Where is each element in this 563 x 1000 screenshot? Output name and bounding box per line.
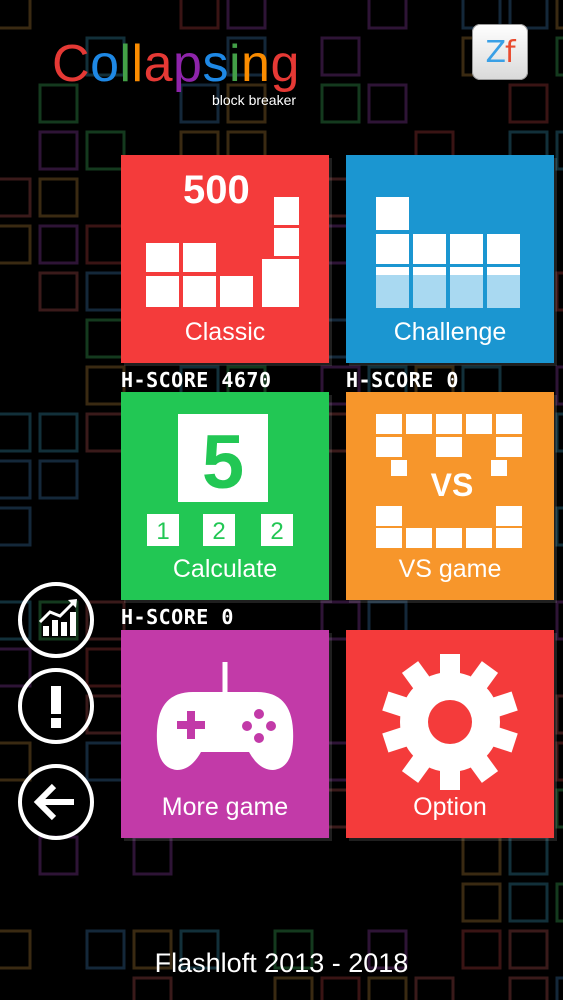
background-block (38, 835, 79, 876)
background-block (320, 83, 361, 124)
background-block (273, 976, 314, 1000)
background-block (85, 647, 126, 688)
background-block (85, 412, 126, 453)
challenge-label: Challenge (393, 318, 507, 346)
background-block (508, 976, 549, 1000)
footer-copyright: Flashloft 2013 - 2018 (154, 948, 409, 978)
calculate-high-score: H-SCORE 0 (121, 605, 234, 629)
background-block (38, 224, 79, 265)
back-button[interactable] (18, 764, 94, 840)
background-block (0, 459, 32, 500)
background-block (38, 177, 79, 218)
exclamation-icon (51, 686, 61, 728)
background-block (85, 365, 126, 406)
logo-title: Collapsing (52, 38, 300, 90)
logo-letter: n (241, 35, 271, 93)
background-block (414, 976, 455, 1000)
background-block (555, 271, 563, 312)
logo-letter: g (270, 35, 300, 93)
background-block (179, 0, 220, 30)
zf-letter-f: f (505, 34, 516, 70)
calculate-mode-tile[interactable]: 5 1 2 2 Calculate (121, 392, 329, 600)
info-button[interactable] (18, 668, 94, 744)
background-block (555, 600, 563, 641)
logo-letter: i (228, 35, 242, 93)
background-block (0, 506, 32, 547)
vs-game-label: VS game (398, 555, 502, 583)
background-block (367, 976, 408, 1000)
background-block (85, 741, 126, 782)
calculate-small-number-1: 1 (156, 518, 169, 545)
background-block (0, 0, 32, 30)
classic-label: Classic (184, 318, 266, 346)
background-block (555, 36, 563, 77)
background-block (85, 224, 126, 265)
logo-letter: l (131, 35, 144, 93)
background-block (508, 83, 549, 124)
more-game-tile[interactable]: More game (121, 630, 329, 838)
background-block (555, 788, 563, 829)
more-game-label: More game (161, 793, 289, 821)
vs-game-tile[interactable]: VS VS game (346, 392, 554, 600)
background-block (367, 83, 408, 124)
option-tile[interactable]: Option (346, 630, 554, 838)
calculate-small-number-2: 2 (212, 518, 225, 545)
background-block (226, 0, 267, 30)
calculate-big-number: 5 (202, 420, 244, 505)
background-block (555, 130, 563, 171)
classic-target-number: 500 (183, 168, 250, 212)
classic-high-score: H-SCORE 4670 (121, 368, 272, 392)
bar-chart-trend-icon (38, 599, 77, 636)
background-block (132, 835, 173, 876)
zf-letter-z: Z (485, 34, 506, 70)
background-block (132, 976, 173, 1000)
background-block (508, 835, 549, 876)
background-block (461, 835, 502, 876)
back-arrow-icon (33, 783, 74, 821)
background-block (0, 177, 32, 218)
background-block (38, 459, 79, 500)
background-block (461, 882, 502, 923)
stats-button[interactable] (18, 582, 94, 658)
background-block (320, 36, 361, 77)
logo-letter: l (119, 35, 132, 93)
logo-letter: p (173, 35, 203, 93)
logo-letter: a (143, 35, 174, 93)
option-label: Option (413, 793, 487, 821)
background-block (85, 130, 126, 171)
background-block (38, 412, 79, 453)
background-block (555, 741, 563, 782)
background-block (85, 318, 126, 359)
zf-publisher-button[interactable]: Zf (472, 24, 528, 80)
background-block (85, 271, 126, 312)
app-logo: Collapsing block breaker (52, 38, 300, 108)
logo-letter: s (202, 35, 229, 93)
background-block (555, 976, 563, 1000)
background-block (508, 882, 549, 923)
background-block (0, 224, 32, 265)
logo-subtitle: block breaker (212, 92, 297, 108)
calculate-small-number-3: 2 (270, 518, 283, 545)
challenge-high-score: H-SCORE 0 (346, 368, 459, 392)
classic-mode-tile[interactable]: 500 Classic (121, 155, 329, 363)
background-block (38, 130, 79, 171)
logo-letter: o (90, 35, 120, 93)
vs-text: VS (431, 467, 474, 503)
background-block (555, 506, 563, 547)
calculate-label: Calculate (172, 555, 278, 583)
logo-letter: C (52, 35, 91, 93)
background-block (555, 694, 563, 735)
background-block (367, 0, 408, 30)
background-block (555, 365, 563, 406)
background-block (320, 976, 361, 1000)
background-block (555, 0, 563, 30)
background-block (555, 882, 563, 923)
background-block (38, 271, 79, 312)
background-block (0, 412, 32, 453)
challenge-mode-tile[interactable]: Challenge (346, 155, 554, 363)
background-block (555, 412, 563, 453)
